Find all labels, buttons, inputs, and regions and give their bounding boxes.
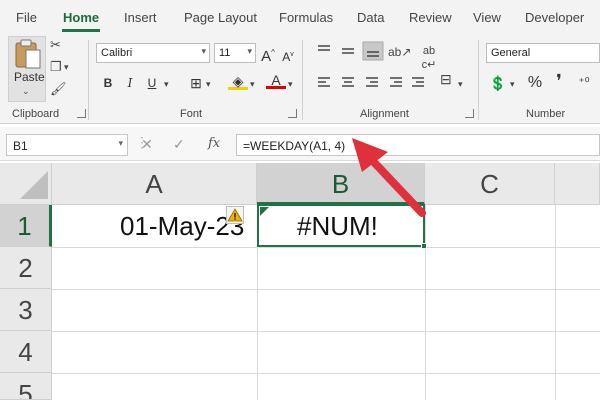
svg-text:ab↗: ab↗ (388, 45, 411, 59)
tab-formulas[interactable]: Formulas (279, 10, 333, 25)
bold-button[interactable]: B (98, 74, 118, 92)
number-format-select[interactable]: General (486, 43, 600, 63)
alignment-launcher-icon[interactable] (465, 109, 474, 118)
chevron-down-icon[interactable]: ▾ (206, 77, 211, 91)
formula-text: =WEEKDAY(A1, 4) (243, 139, 346, 153)
alignment-group-label: Alignment (360, 108, 409, 120)
group-divider (478, 40, 479, 120)
annotation-arrow-icon (352, 138, 426, 217)
comma-style-icon[interactable]: ❜ (549, 72, 569, 90)
gridline (52, 331, 600, 332)
tab-data[interactable]: Data (357, 10, 384, 25)
column-header-a[interactable]: A (52, 163, 257, 205)
chevron-down-icon[interactable]: ▾ (458, 77, 463, 91)
tab-review[interactable]: Review (409, 10, 452, 25)
italic-button[interactable]: I (120, 74, 140, 92)
number-format-value: General (491, 47, 531, 59)
clipboard-group-label: Clipboard (12, 108, 60, 120)
chevron-down-icon: ▾ (201, 46, 206, 56)
chevron-down-icon[interactable]: ▾ (250, 77, 255, 91)
font-name-select[interactable]: Calibri ▾ (96, 43, 210, 63)
cut-icon[interactable]: ✂ (50, 38, 61, 52)
underline-button[interactable]: U (142, 74, 162, 92)
enter-icon[interactable]: ✓ (173, 136, 185, 153)
accounting-format-icon[interactable]: 💲 (488, 74, 508, 92)
name-box[interactable]: B1 ▾ (6, 134, 128, 156)
increase-font-icon[interactable]: A^ (258, 44, 278, 65)
row-header-3[interactable]: 3 (0, 289, 52, 331)
increase-decimal-icon[interactable]: ⁺⁰ (574, 73, 594, 91)
paste-label: Paste (14, 70, 45, 84)
warning-icon (227, 208, 243, 222)
cancel-icon[interactable]: ✕ (141, 136, 153, 153)
tab-page-layout[interactable]: Page Layout (184, 10, 257, 25)
font-name-value: Calibri (101, 47, 133, 59)
font-size-value: 11 (219, 47, 231, 59)
error-check-button[interactable] (226, 206, 244, 224)
number-group-label: Number (526, 108, 566, 120)
decrease-font-icon[interactable]: Av (278, 46, 298, 64)
copy-icon[interactable]: ❐ (50, 60, 62, 74)
chevron-down-icon[interactable]: ▾ (64, 60, 69, 74)
chevron-down-icon: ▾ (118, 138, 123, 148)
clipboard-launcher-icon[interactable] (77, 109, 86, 118)
tab-insert[interactable]: Insert (124, 10, 157, 25)
gridline (52, 373, 600, 374)
tab-file[interactable]: File (16, 10, 37, 25)
tab-home[interactable]: Home (63, 10, 99, 25)
font-color-icon[interactable]: A (266, 71, 286, 89)
percent-button[interactable]: % (525, 74, 545, 92)
chevron-down-icon[interactable]: ▾ (164, 77, 169, 91)
column-header-d[interactable] (555, 163, 600, 205)
borders-icon[interactable]: ⊞ (186, 74, 206, 92)
chevron-down-icon[interactable]: ▾ (510, 77, 515, 91)
merge-center-icon[interactable]: ⊟ (440, 72, 452, 86)
active-tab-underline (62, 29, 100, 32)
font-launcher-icon[interactable] (288, 109, 297, 118)
clipboard-icon (15, 39, 41, 69)
group-divider (302, 40, 303, 120)
insert-function-button[interactable]: fx (208, 136, 220, 151)
error-indicator-icon (260, 207, 269, 216)
tab-developer[interactable]: Developer (525, 10, 584, 25)
chevron-down-icon[interactable]: ⌄ (22, 86, 30, 97)
gridline (425, 205, 426, 400)
fill-handle[interactable] (421, 243, 427, 249)
font-group-label: Font (180, 108, 203, 120)
chevron-down-icon: ▾ (247, 46, 252, 56)
fill-color-icon[interactable]: ◈ (228, 72, 248, 90)
row-header-2[interactable]: 2 (0, 247, 52, 289)
wrap-text-icon[interactable]: ab c↵ (416, 44, 442, 72)
row-header-4[interactable]: 4 (0, 331, 52, 373)
name-box-value: B1 (13, 139, 28, 153)
font-size-select[interactable]: 11 ▾ (214, 43, 256, 63)
format-painter-icon[interactable]: 🖌 (50, 82, 67, 96)
menu-bar: File Home Insert Page Layout Formulas Da… (0, 0, 600, 34)
group-divider (88, 40, 89, 120)
select-all-triangle (20, 171, 48, 199)
gridline (52, 247, 600, 248)
gridline (52, 289, 600, 290)
gridline (555, 205, 556, 400)
chevron-down-icon[interactable]: ▾ (288, 77, 293, 91)
row-header-1[interactable]: 1 (0, 205, 52, 247)
row-header-5[interactable]: 5 (0, 373, 52, 400)
tab-view[interactable]: View (473, 10, 501, 25)
